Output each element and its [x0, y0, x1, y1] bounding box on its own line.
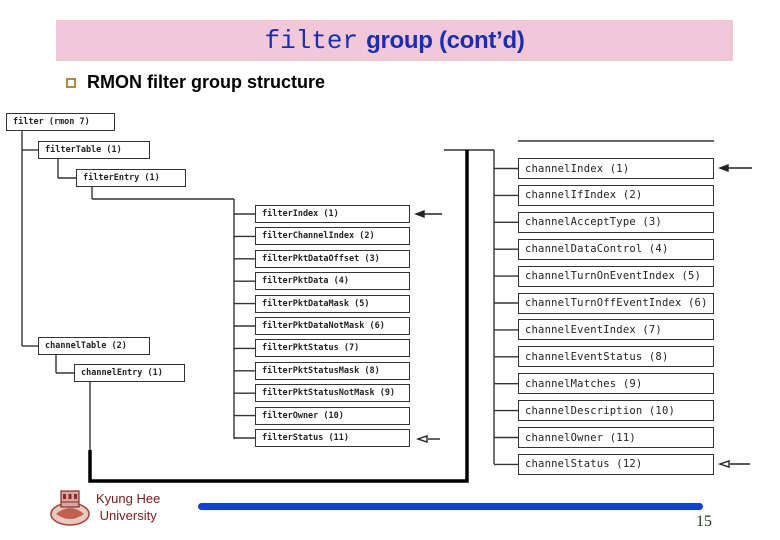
node-channel-entry: channelEntry (1): [74, 364, 185, 382]
filter-object-node: filterPktStatusNotMask (9): [255, 384, 410, 403]
channel-object-node: channelEventStatus (8): [518, 346, 714, 368]
channel-object-node: channelTurnOffEventIndex (6): [518, 292, 714, 314]
filter-object-node: filterPktDataNotMask (6): [255, 317, 410, 335]
university-name-line1: Kyung Hee: [96, 491, 161, 506]
filter-object-node: filterPktDataMask (5): [255, 294, 410, 313]
node-filter-table: filterTable (1): [38, 141, 150, 159]
channel-object-node: channelTurnOnEventIndex (5): [518, 265, 714, 287]
page-number: 15: [696, 513, 712, 530]
channel-object-node: channelStatus (12): [518, 453, 714, 475]
node-filter-root: filter (rmon 7): [6, 113, 115, 131]
channel-object-node: channelDescription (10): [518, 400, 714, 422]
node-filter-entry: filterEntry (1): [76, 169, 186, 187]
bullet-point: RMON filter group structure: [66, 72, 325, 93]
hollow-square-bullet-icon: [66, 77, 76, 88]
filter-object-node: filterStatus (11): [255, 429, 410, 447]
filter-object-node: filterPktStatus (7): [255, 339, 410, 358]
channel-object-node: channelDataControl (4): [518, 238, 714, 260]
filter-status-arrow-head: [415, 435, 428, 443]
channel-object-node: channelIfIndex (2): [518, 184, 714, 206]
footer-divider-bar: [198, 503, 703, 510]
slide-title-bar: filter group (cont’d): [56, 20, 733, 61]
university-name: Kyung Hee University: [96, 490, 160, 524]
title-bold-text: group (cont’d): [366, 26, 525, 54]
title-mono-text: filter: [264, 25, 359, 56]
university-logo-icon: [50, 490, 90, 526]
bullet-text: RMON filter group structure: [87, 72, 326, 92]
filter-object-node: filterPktStatusMask (8): [255, 361, 410, 380]
channel-object-node: channelOwner (11): [518, 427, 714, 448]
channel-index-arrow-head: [718, 163, 729, 173]
mib-tree-diagram: filter (rmon 7) filterTable (1) filterEn…: [0, 100, 780, 490]
channel-object-node: channelEventIndex (7): [518, 319, 714, 341]
filter-object-node: filterPktData (4): [255, 272, 410, 291]
filter-object-node: filterIndex (1): [255, 205, 410, 223]
channel-status-arrow-head: [717, 460, 730, 468]
channel-object-node: channelIndex (1): [518, 158, 714, 179]
filter-object-node: filterChannelIndex (2): [255, 227, 410, 246]
filter-object-node: filterPktDataOffset (3): [255, 249, 410, 268]
filter-object-node: filterOwner (10): [255, 406, 410, 425]
channel-object-node: channelMatches (9): [518, 373, 714, 395]
filter-index-arrow-head: [414, 209, 425, 219]
channel-object-node: channelAcceptType (3): [518, 211, 714, 233]
university-name-line2: University: [99, 508, 157, 523]
node-channel-table: channelTable (2): [38, 337, 150, 355]
